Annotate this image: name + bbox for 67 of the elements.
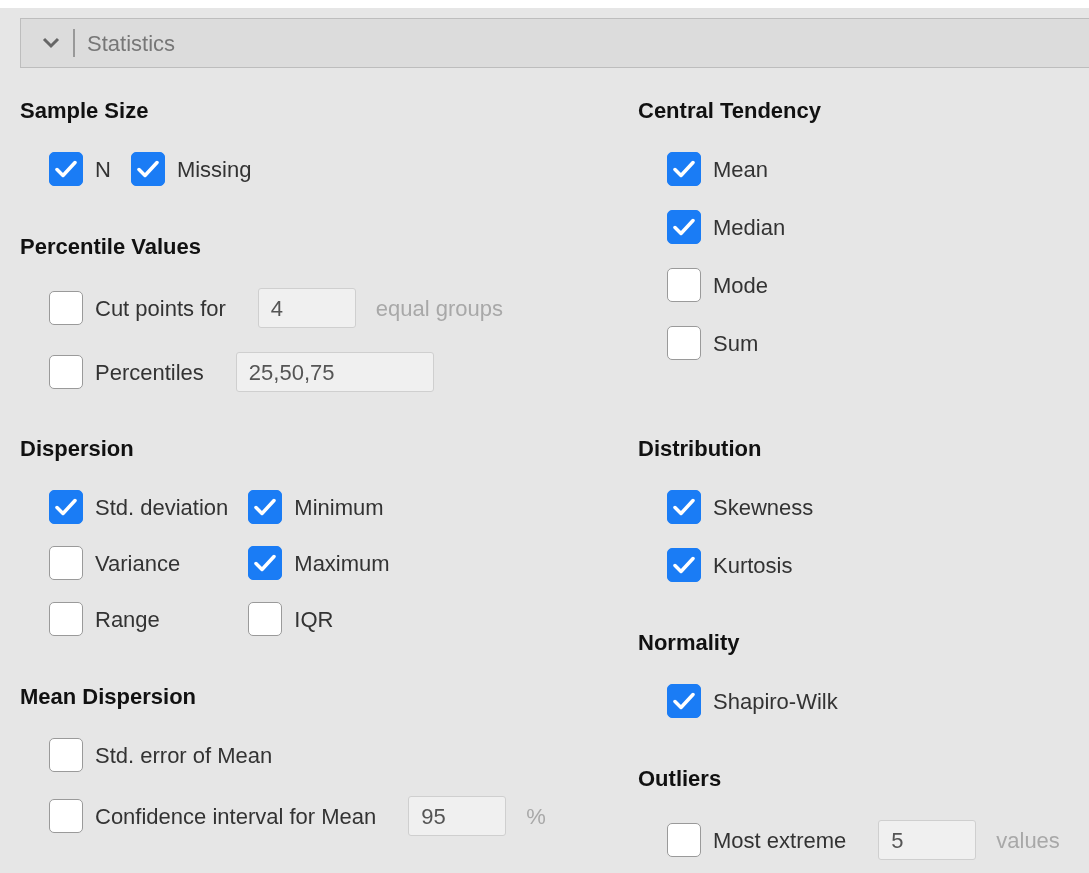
checkbox[interactable] [49, 602, 83, 636]
checkbox[interactable] [667, 210, 701, 244]
checkbox[interactable] [667, 548, 701, 582]
checkbox[interactable] [248, 490, 283, 524]
checkbox-label: Missing [176, 155, 252, 184]
header-title: Statistics [87, 29, 176, 58]
checkbox-label: Mean [713, 155, 769, 184]
checkmark-icon [254, 498, 277, 516]
section-heading: Sample Size [20, 97, 150, 125]
section-heading: Central Tendency [638, 97, 822, 125]
checkbox-label: Minimum [294, 493, 384, 522]
checkbox-label: Confidence interval for Mean [95, 802, 377, 831]
checkbox-label: IQR [294, 605, 334, 634]
checkbox[interactable] [49, 799, 83, 833]
section-heading: Normality [638, 629, 741, 657]
checkbox[interactable] [667, 490, 701, 524]
checkbox-label: Skewness [713, 493, 814, 522]
checkbox-label: Maximum [294, 549, 390, 578]
section-heading: Dispersion [20, 435, 135, 463]
unit-label: values [996, 826, 1060, 855]
number-field[interactable]: 4 [257, 288, 356, 328]
checkmark-icon [673, 556, 695, 574]
checkmark-icon [673, 218, 695, 236]
checkbox[interactable] [667, 268, 701, 302]
checkmark-icon [55, 498, 77, 516]
checkbox[interactable] [49, 738, 83, 772]
checkmark-icon [55, 160, 77, 178]
number-field[interactable]: 5 [878, 820, 977, 860]
checkbox[interactable] [49, 152, 83, 186]
section-heading: Distribution [638, 435, 763, 463]
section-heading: Outliers [638, 765, 723, 793]
unit-label: % [526, 802, 546, 831]
checkbox[interactable] [667, 152, 701, 186]
checkbox[interactable] [667, 684, 701, 718]
checkmark-icon [673, 498, 695, 516]
checkbox-label: Variance [95, 549, 181, 578]
section-heading: Mean Dispersion [20, 683, 198, 711]
checkmark-icon [136, 160, 159, 178]
unit-label: equal groups [375, 294, 504, 323]
checkbox-label: Median [713, 213, 786, 242]
checkbox[interactable] [49, 546, 83, 580]
checkbox[interactable] [49, 355, 83, 389]
checkbox-label: Std. deviation [95, 493, 229, 522]
chevron-icon [41, 37, 61, 49]
checkbox-label: Std. error of Mean [95, 741, 273, 770]
section-heading: Percentile Values [20, 233, 202, 261]
checkbox-label: Most extreme [713, 826, 847, 855]
checkbox-label: Kurtosis [713, 551, 793, 580]
checkbox[interactable] [667, 326, 701, 360]
checkbox-label: Sum [713, 329, 759, 358]
number-field[interactable]: 95 [408, 796, 507, 836]
checkmark-icon [673, 160, 695, 178]
checkbox[interactable] [248, 546, 283, 580]
checkmark-icon [673, 692, 695, 710]
number-field[interactable]: 25,50,75 [235, 352, 434, 392]
checkbox[interactable] [49, 291, 83, 325]
checkbox[interactable] [49, 490, 83, 524]
checkbox-label: Range [95, 605, 160, 634]
checkbox[interactable] [130, 152, 165, 186]
checkbox-label: Mode [713, 271, 769, 300]
checkbox-label: Shapiro-Wilk [713, 687, 838, 716]
checkmark-icon [254, 554, 277, 572]
checkbox[interactable] [667, 823, 701, 857]
checkbox-label: N [95, 155, 111, 184]
checkbox[interactable] [248, 602, 283, 636]
checkbox-label: Percentiles [95, 358, 204, 387]
checkbox-label: Cut points for [95, 294, 226, 323]
